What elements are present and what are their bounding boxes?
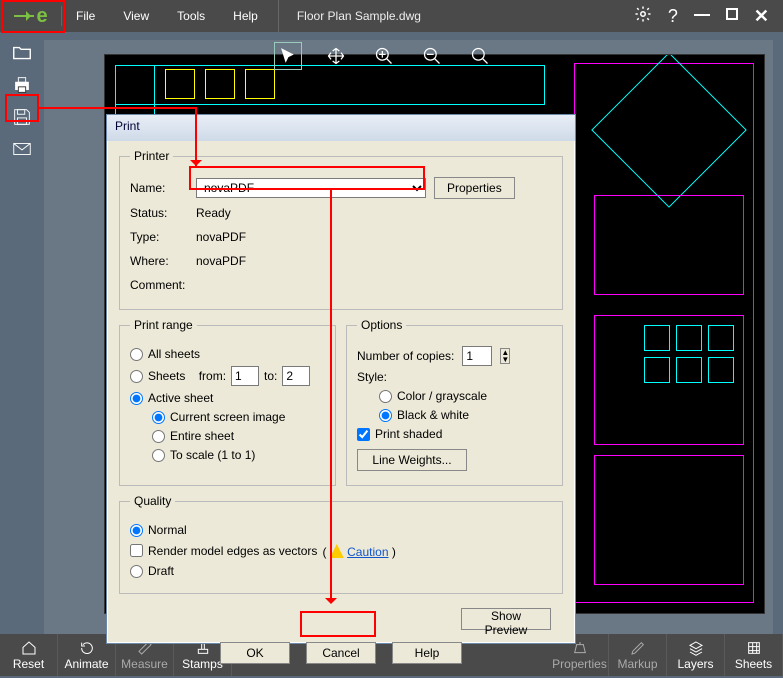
- layers-button[interactable]: Layers: [667, 634, 725, 676]
- normal-label: Normal: [148, 523, 187, 537]
- vectors-label: Render model edges as vectors: [148, 544, 317, 558]
- options-legend: Options: [357, 318, 406, 332]
- print-shaded-label: Print shaded: [375, 427, 442, 441]
- menubar: e File View Tools Help Floor Plan Sample…: [0, 0, 783, 32]
- print-range-group: Print range All sheets Sheets from: to: …: [119, 318, 336, 486]
- settings-icon[interactable]: [634, 5, 652, 28]
- cancel-button[interactable]: Cancel: [306, 642, 376, 664]
- copies-input[interactable]: [462, 346, 492, 366]
- printer-properties-button[interactable]: Properties: [434, 177, 515, 199]
- printer-status-label: Status:: [130, 206, 188, 220]
- warning-icon: [330, 544, 344, 558]
- to-label: to:: [264, 369, 277, 383]
- draft-label: Draft: [148, 564, 174, 578]
- printer-legend: Printer: [130, 149, 173, 163]
- quality-group: Quality Normal Render model edges as vec…: [119, 494, 563, 594]
- to-scale-radio[interactable]: [152, 449, 165, 462]
- printer-name-select[interactable]: novaPDF: [196, 178, 426, 198]
- pan-icon[interactable]: [322, 42, 350, 70]
- vectors-checkbox[interactable]: [130, 544, 143, 557]
- active-sheet-radio[interactable]: [130, 392, 143, 405]
- menu-view[interactable]: View: [109, 0, 163, 32]
- document-title: Floor Plan Sample.dwg: [278, 0, 620, 32]
- copies-spinner[interactable]: ▲▼: [500, 348, 510, 364]
- entire-sheet-label: Entire sheet: [170, 429, 234, 443]
- sheets-label: Sheets: [148, 369, 185, 383]
- logo-letter: e: [36, 5, 47, 28]
- show-preview-button[interactable]: Show Preview: [461, 608, 551, 630]
- current-screen-label: Current screen image: [170, 410, 285, 424]
- close-button[interactable]: ✕: [754, 6, 769, 27]
- color-label: Color / grayscale: [397, 389, 487, 403]
- ok-button[interactable]: OK: [220, 642, 290, 664]
- cursor-icon[interactable]: [274, 42, 302, 70]
- menu-file[interactable]: File: [62, 0, 109, 32]
- app-logo[interactable]: e: [0, 0, 62, 32]
- current-screen-radio[interactable]: [152, 411, 165, 424]
- print-dialog: Print Printer Name: novaPDF Properties S…: [106, 114, 576, 644]
- normal-radio[interactable]: [130, 524, 143, 537]
- maximize-button[interactable]: [726, 7, 738, 25]
- entire-sheet-radio[interactable]: [152, 430, 165, 443]
- printer-type-value: novaPDF: [196, 230, 246, 244]
- sheets-radio[interactable]: [130, 370, 143, 383]
- sheets-button[interactable]: Sheets: [725, 634, 783, 676]
- zoom-in-icon[interactable]: [370, 42, 398, 70]
- bw-label: Black & white: [397, 408, 469, 422]
- printer-comment-label: Comment:: [130, 278, 188, 292]
- left-toolbar: [4, 40, 40, 162]
- options-group: Options Number of copies: ▲▼ Style: Colo…: [346, 318, 563, 486]
- mail-icon[interactable]: [7, 136, 37, 162]
- quality-legend: Quality: [130, 494, 175, 508]
- from-label: from:: [199, 369, 226, 383]
- draft-radio[interactable]: [130, 565, 143, 578]
- all-sheets-radio[interactable]: [130, 348, 143, 361]
- printer-status-value: Ready: [196, 206, 231, 220]
- caution-link[interactable]: Caution: [347, 545, 388, 559]
- printer-group: Printer Name: novaPDF Properties Status:…: [119, 149, 563, 310]
- markup-button[interactable]: Markup: [609, 634, 667, 676]
- printer-where-value: novaPDF: [196, 254, 246, 268]
- all-sheets-label: All sheets: [148, 347, 200, 361]
- print-range-legend: Print range: [130, 318, 197, 332]
- zoom-window-icon[interactable]: [466, 42, 494, 70]
- help-button[interactable]: Help: [392, 642, 462, 664]
- color-radio[interactable]: [379, 390, 392, 403]
- minimize-button[interactable]: [694, 7, 710, 25]
- line-weights-button[interactable]: Line Weights...: [357, 449, 467, 471]
- help-icon[interactable]: ?: [668, 6, 678, 27]
- window-controls: ? ✕: [620, 0, 783, 32]
- zoom-out-icon[interactable]: [418, 42, 446, 70]
- printer-where-label: Where:: [130, 254, 188, 268]
- dialog-title: Print: [107, 115, 575, 141]
- menu-help[interactable]: Help: [219, 0, 272, 32]
- copies-label: Number of copies:: [357, 349, 454, 363]
- print-icon[interactable]: [7, 72, 37, 98]
- save-icon[interactable]: [7, 104, 37, 130]
- style-label: Style:: [357, 370, 552, 384]
- arrow-icon: [14, 15, 34, 17]
- to-input[interactable]: [282, 366, 310, 386]
- printer-name-label: Name:: [130, 181, 188, 195]
- to-scale-label: To scale (1 to 1): [170, 448, 255, 462]
- bw-radio[interactable]: [379, 409, 392, 422]
- reset-button[interactable]: Reset: [0, 634, 58, 676]
- menu-tools[interactable]: Tools: [163, 0, 219, 32]
- print-shaded-checkbox[interactable]: [357, 428, 370, 441]
- printer-type-label: Type:: [130, 230, 188, 244]
- open-folder-icon[interactable]: [7, 40, 37, 66]
- from-input[interactable]: [231, 366, 259, 386]
- canvas-toolbar: [274, 42, 494, 70]
- active-sheet-label: Active sheet: [148, 391, 213, 405]
